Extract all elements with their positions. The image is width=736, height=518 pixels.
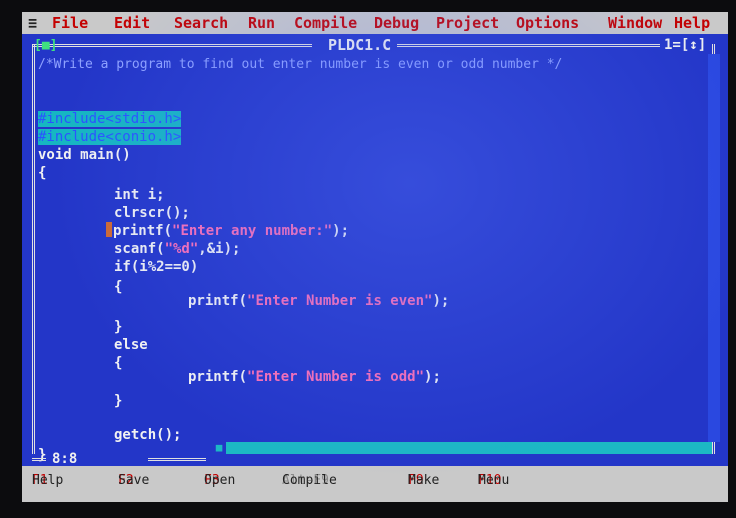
code-line-clrscr: clrscr();: [114, 205, 190, 221]
editor-window-titlebar: [■] PLDC1.C 1=[↕]: [22, 34, 728, 56]
code-line-open-brace: {: [38, 165, 47, 181]
window-close-box[interactable]: [■]: [34, 36, 57, 56]
frame-bottom-mid: [148, 458, 206, 461]
frame-top-right: [394, 44, 660, 47]
code-line-printf-prompt: printf("Enter any number:");: [106, 222, 349, 240]
code-line-if: if(i%2==0): [114, 259, 199, 275]
code-line-printf-even: printf("Enter Number is even");: [188, 293, 450, 309]
turbo-c-ide-screen: ≡ File Edit Search Run Compile Debug Pro…: [22, 12, 728, 502]
menu-item-project[interactable]: Project: [436, 12, 499, 34]
menu-bar: ≡ File Edit Search Run Compile Debug Pro…: [22, 12, 728, 34]
frame-bottom-left: [32, 458, 46, 461]
editor-file-title: PLDC1.C: [322, 35, 398, 55]
frame-top-left: [32, 44, 312, 47]
code-editor[interactable]: /*Write a program to find out enter numb…: [38, 56, 698, 463]
text-cursor: [106, 222, 112, 237]
code-line-scanf: scanf("%d",&i);: [114, 241, 241, 257]
menu-item-edit[interactable]: Edit: [114, 12, 150, 34]
code-line-getch: getch();: [114, 427, 182, 443]
code-line-comment: /*Write a program to find out enter numb…: [38, 57, 563, 72]
code-line-else-close-brace: }: [114, 393, 123, 409]
horizontal-scrollbar[interactable]: ■: [212, 442, 712, 454]
menu-item-file[interactable]: File: [52, 12, 88, 34]
code-line-else: else: [114, 337, 148, 353]
code-line-close-brace: }: [38, 447, 47, 463]
menu-item-options[interactable]: Options: [516, 12, 579, 34]
code-line-void-main: void main(): [38, 147, 131, 163]
code-line-include-stdio: #include<stdio.h>: [38, 111, 182, 127]
code-line-int-i: int i;: [114, 187, 165, 203]
function-key-bar: F1 Help F2 Save F3 Open Alt-F9 Compile F…: [22, 466, 728, 502]
code-line-if-open-brace: {: [114, 279, 123, 295]
menu-item-window[interactable]: Window: [608, 12, 662, 34]
code-line-if-close-brace: }: [114, 319, 123, 335]
menu-item-compile[interactable]: Compile: [294, 12, 357, 34]
menu-item-search[interactable]: Search: [174, 12, 228, 34]
code-line-else-open-brace: {: [114, 355, 123, 371]
window-number-zoom[interactable]: 1=[↕]: [662, 35, 709, 55]
system-menu-icon[interactable]: ≡: [28, 12, 37, 34]
menu-item-help[interactable]: Help: [674, 12, 710, 34]
menu-item-run[interactable]: Run: [248, 12, 275, 34]
menu-item-debug[interactable]: Debug: [374, 12, 419, 34]
frame-left-border: [32, 44, 35, 454]
horizontal-scroll-thumb[interactable]: ■: [212, 442, 226, 454]
code-line-printf-odd: printf("Enter Number is odd");: [188, 369, 441, 385]
code-line-include-conio: #include<conio.h>: [38, 129, 182, 145]
vertical-scrollbar[interactable]: [708, 54, 720, 442]
